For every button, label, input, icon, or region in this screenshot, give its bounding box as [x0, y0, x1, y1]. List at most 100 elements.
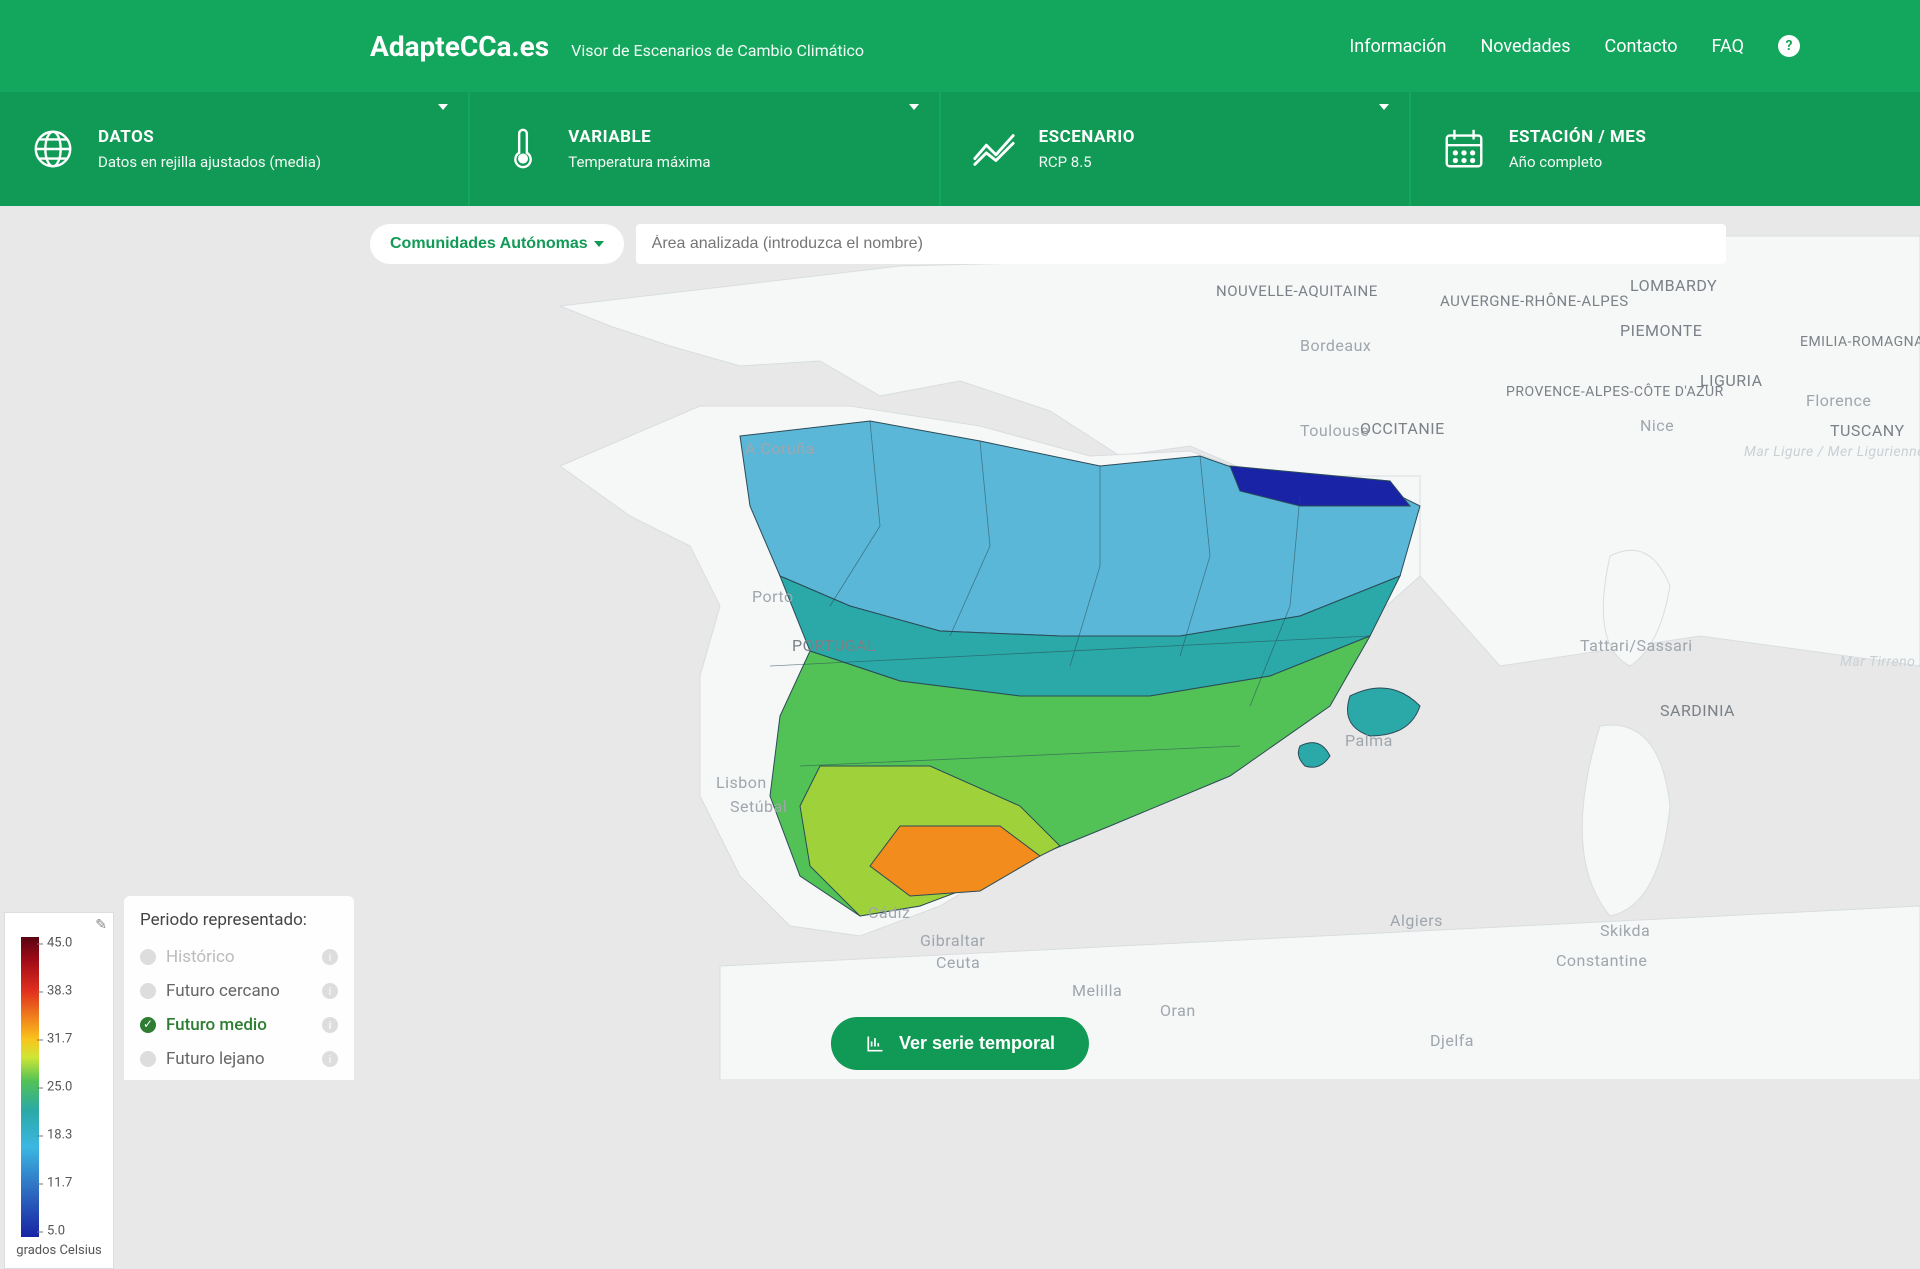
- label-tuscany: TUSCANY: [1830, 421, 1905, 440]
- filter-subtitle: RCP 8.5: [1039, 153, 1135, 171]
- label-portugal: PORTUGAL: [792, 636, 876, 655]
- label-djelfa: Djelfa: [1430, 1031, 1474, 1050]
- region-dropdown-button[interactable]: Comunidades Autónomas: [370, 224, 624, 264]
- filter-title: VARIABLE: [568, 127, 710, 147]
- spain-heatmap-overlay: [740, 421, 1420, 916]
- period-option-futuro-lejano[interactable]: Futuro lejano i: [140, 1042, 338, 1076]
- filter-variable[interactable]: VARIABLE Temperatura máxima: [470, 92, 940, 206]
- label-sea-tirreno: Mar Tirreno / Mer Tyrrhén: [1840, 654, 1920, 670]
- label-provence: PROVENCE-ALPES-CÔTE D'AZUR: [1506, 382, 1724, 400]
- filter-subtitle: Temperatura máxima: [568, 153, 710, 171]
- legend-gradient: 45.0 38.3 31.7 25.0 18.3 11.7 5.0: [21, 937, 39, 1237]
- filter-bar: DATOS Datos en rejilla ajustados (media)…: [0, 92, 1920, 206]
- period-label: Futuro medio: [166, 1015, 267, 1035]
- brand-subtitle: Visor de Escenarios de Cambio Climático: [571, 41, 864, 60]
- legend-tick: 31.7: [47, 1032, 72, 1047]
- label-cadiz: Cádiz: [868, 903, 910, 922]
- info-icon[interactable]: i: [322, 949, 338, 965]
- label-piemonte: PIEMONTE: [1620, 321, 1702, 340]
- nav-link-info[interactable]: Información: [1349, 36, 1446, 57]
- header-bar: AdapteCCa.es Visor de Escenarios de Camb…: [0, 0, 1920, 92]
- chart-icon: [865, 1034, 885, 1054]
- period-panel: Periodo representado: Histórico i Futuro…: [124, 896, 354, 1080]
- label-gibraltar: Gibraltar: [920, 931, 985, 950]
- filter-escenario[interactable]: ESCENARIO RCP 8.5: [941, 92, 1411, 206]
- legend-unit: grados Celsius: [13, 1243, 105, 1258]
- chevron-down-icon: [438, 104, 448, 110]
- label-palma: Palma: [1345, 731, 1393, 750]
- edit-legend-icon[interactable]: ✎: [95, 917, 107, 933]
- caret-down-icon: [594, 241, 604, 247]
- nav-link-faq[interactable]: FAQ: [1712, 36, 1744, 57]
- nav-link-novedades[interactable]: Novedades: [1480, 36, 1570, 57]
- brand-name: AdapteCCa.es: [370, 30, 549, 63]
- label-emilia: EMILIA-ROMAGNA: [1800, 334, 1920, 350]
- label-sardinia: SARDINIA: [1660, 701, 1735, 720]
- period-label: Futuro cercano: [166, 981, 280, 1001]
- label-sea-ligure: Mar Ligure / Mer Ligurienne: [1744, 444, 1920, 460]
- info-icon[interactable]: i: [322, 1017, 338, 1033]
- label-tattari: Tattari/Sassari: [1580, 636, 1693, 655]
- label-constantine: Constantine: [1556, 951, 1647, 970]
- legend-tick: 45.0: [47, 936, 72, 951]
- period-label: Histórico: [166, 947, 235, 967]
- nav-link-contacto[interactable]: Contacto: [1605, 36, 1678, 57]
- legend-tick: 5.0: [47, 1224, 65, 1239]
- calendar-icon: [1441, 126, 1487, 172]
- label-ceuta: Ceuta: [936, 953, 980, 972]
- label-liguria: LIGURIA: [1700, 371, 1763, 390]
- info-icon[interactable]: i: [322, 1051, 338, 1067]
- filter-title: ESTACIÓN / MES: [1509, 127, 1646, 147]
- timeseries-label: Ver serie temporal: [899, 1033, 1055, 1054]
- info-icon[interactable]: i: [322, 983, 338, 999]
- chevron-down-icon: [1379, 104, 1389, 110]
- land-sardinia: [1582, 725, 1670, 916]
- label-toulouse: Toulouse: [1300, 421, 1369, 440]
- label-lisbon: Lisbon: [716, 773, 767, 792]
- period-option-futuro-cercano[interactable]: Futuro cercano i: [140, 974, 338, 1008]
- label-algiers: Algiers: [1390, 911, 1443, 930]
- map-viewport[interactable]: A Coruña Porto Lisbon Setúbal PORTUGAL C…: [0, 206, 1920, 1080]
- radio-icon: [140, 949, 156, 965]
- help-icon[interactable]: ?: [1778, 35, 1800, 57]
- color-legend: ✎ 45.0 38.3 31.7 25.0 18.3 11.7 5.0 grad…: [4, 912, 114, 1269]
- region-dropdown-label: Comunidades Autónomas: [390, 235, 588, 253]
- globe-icon: [30, 126, 76, 172]
- filter-title: ESCENARIO: [1039, 127, 1135, 147]
- chevron-down-icon: [909, 104, 919, 110]
- legend-tick: 38.3: [47, 984, 72, 999]
- filter-subtitle: Datos en rejilla ajustados (media): [98, 153, 321, 171]
- filter-title: DATOS: [98, 127, 321, 147]
- label-florence: Florence: [1806, 391, 1871, 410]
- search-row: Comunidades Autónomas: [370, 224, 1726, 264]
- label-nouvelle: NOUVELLE-AQUITAINE: [1216, 282, 1378, 300]
- label-occitanie: OCCITANIE: [1360, 419, 1445, 438]
- filter-datos[interactable]: DATOS Datos en rejilla ajustados (media): [0, 92, 470, 206]
- label-skikda: Skikda: [1600, 921, 1650, 940]
- legend-tick: 18.3: [47, 1128, 72, 1143]
- label-setubal: Setúbal: [730, 797, 787, 816]
- legend-tick: 25.0: [47, 1080, 72, 1095]
- filter-subtitle: Año completo: [1509, 153, 1646, 171]
- label-lombardy: LOMBARDY: [1630, 276, 1717, 295]
- area-search-input[interactable]: [636, 224, 1726, 264]
- label-porto: Porto: [752, 587, 794, 606]
- legend-tick: 11.7: [47, 1176, 72, 1191]
- label-oran: Oran: [1160, 1001, 1196, 1020]
- thermometer-icon: [500, 126, 546, 172]
- period-label: Futuro lejano: [166, 1049, 265, 1069]
- trend-icon: [971, 126, 1017, 172]
- label-melilla: Melilla: [1072, 981, 1122, 1000]
- radio-icon: [140, 1017, 156, 1033]
- period-option-historico[interactable]: Histórico i: [140, 940, 338, 974]
- period-option-futuro-medio[interactable]: Futuro medio i: [140, 1008, 338, 1042]
- label-a-coruna: A Coruña: [745, 439, 815, 458]
- radio-icon: [140, 1051, 156, 1067]
- label-nice: Nice: [1640, 416, 1674, 435]
- filter-estacion[interactable]: ESTACIÓN / MES Año completo: [1411, 92, 1920, 206]
- label-bordeaux: Bordeaux: [1300, 336, 1371, 355]
- radio-icon: [140, 983, 156, 999]
- top-nav: Información Novedades Contacto FAQ ?: [1349, 35, 1800, 57]
- view-timeseries-button[interactable]: Ver serie temporal: [831, 1017, 1089, 1070]
- brand-block: AdapteCCa.es Visor de Escenarios de Camb…: [370, 30, 864, 63]
